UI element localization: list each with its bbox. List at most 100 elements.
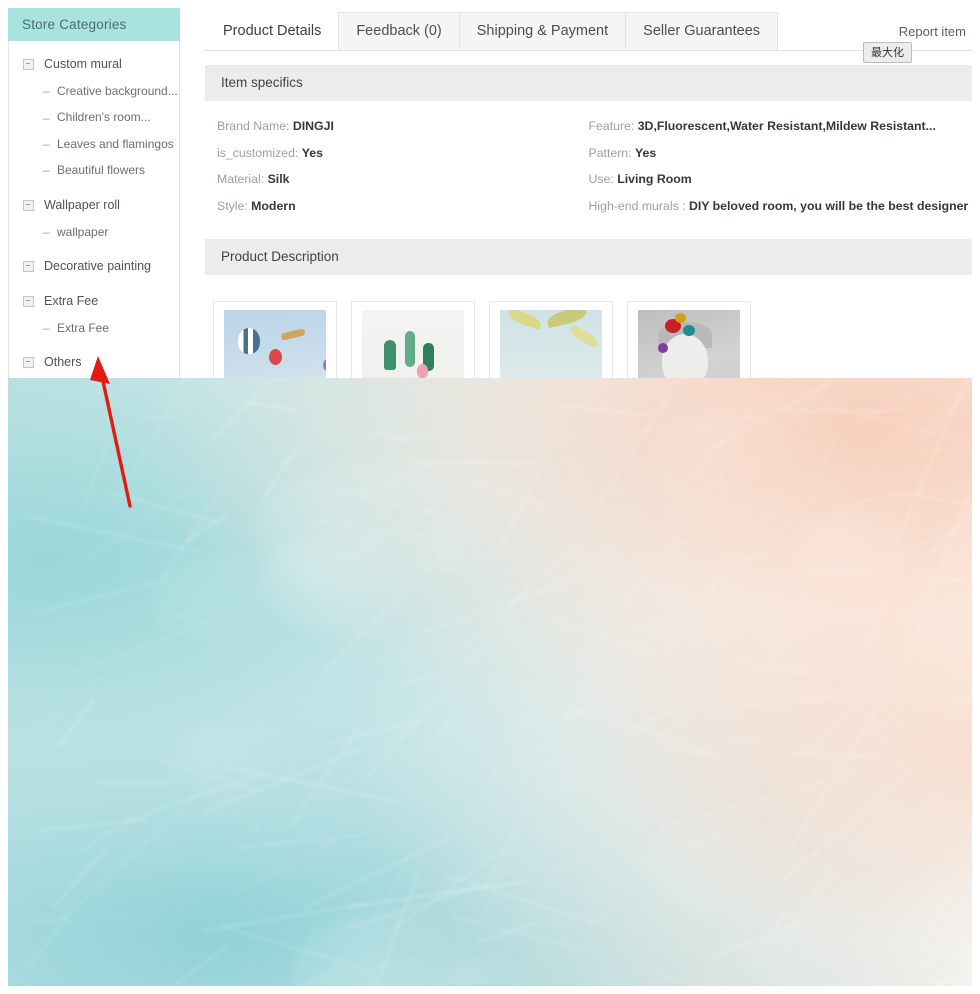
feather-plume [888, 863, 972, 986]
sidebar-item-wallpaper-roll[interactable]: Wallpaper roll [9, 192, 179, 219]
spec-value: Yes [301, 145, 323, 160]
spec-key: Material: [217, 172, 268, 187]
dash-icon: – [43, 136, 50, 151]
spec-row-pattern: Pattern: Yes [589, 140, 973, 167]
collapse-box-icon [23, 199, 34, 211]
feather-wisp [60, 790, 203, 921]
sidebar-item-wallpaper[interactable]: – wallpaper [9, 219, 179, 245]
maximize-tooltip-badge: 最大化 [863, 42, 912, 63]
spec-value: DIY beloved room, you will be the best d… [688, 198, 969, 213]
feather-wisp [25, 514, 202, 554]
spec-key: Feature: [588, 119, 638, 133]
feather-wisp [928, 585, 972, 621]
banner-headline: Please contact us if you have any questi… [63, 982, 953, 986]
collapse-box-icon [23, 295, 34, 307]
feather-plume [742, 929, 856, 986]
feather-wisp [165, 378, 327, 385]
feather-wisp [447, 754, 503, 901]
tab-shipping-payment[interactable]: Shipping & Payment [458, 12, 627, 50]
spec-row-brand-name: Brand Name: DINGJI [217, 113, 589, 140]
spec-value: Yes [634, 145, 657, 160]
dash-icon: – [43, 110, 50, 125]
feather-wisp [532, 612, 657, 655]
collapse-box-icon [23, 357, 34, 369]
feather-wisp [246, 401, 297, 411]
store-categories-list: Custom mural – Creative background... – Chil… [8, 41, 180, 390]
feather-wisp [51, 848, 107, 909]
feather-wisp [95, 781, 171, 784]
feather-wisp [32, 915, 134, 924]
spec-row-high-end-murals: High-end murals : DIY beloved room, you … [589, 193, 973, 220]
item-specifics-header: Item specifics [205, 65, 972, 101]
category-group-spacer [9, 245, 179, 253]
category-group-spacer [9, 280, 179, 288]
spec-value: Silk [267, 172, 290, 187]
spec-row-style: Style: Modern [217, 193, 589, 220]
item-specifics-right-column: Feature: 3D,Fluorescent,Water Resistant,… [589, 113, 973, 219]
sidebar-item-label: Creative background... [57, 84, 178, 98]
sidebar-item-label: Wallpaper roll [44, 197, 120, 212]
spec-row-use: Use: Living Room [589, 166, 973, 193]
sidebar-item-children-s-room[interactable]: – Children's room... [9, 104, 179, 130]
sidebar-item-beautiful-flowers[interactable]: – Beautiful flowers [9, 157, 179, 183]
dash-icon: – [43, 84, 50, 99]
product-page: Store Categories Custom mural – Creative b… [0, 0, 980, 994]
sidebar-item-label: Decorative painting [44, 258, 152, 273]
sidebar-item-creative-background[interactable]: – Creative background... [9, 78, 179, 104]
sidebar-item-label: Leaves and flamingos [57, 136, 174, 151]
feather-wisp [559, 901, 626, 946]
sidebar-item-label: Beautiful flowers [57, 163, 146, 178]
dash-icon: – [43, 321, 50, 336]
contact-banner: Please contact us if you have any questi… [8, 378, 972, 986]
sidebar-item-others[interactable]: Others [9, 349, 179, 376]
feather-wisp [620, 538, 690, 574]
feather-wisp [466, 378, 582, 426]
sidebar-item-label: Custom mural [44, 57, 122, 71]
feather-wisp [194, 808, 240, 824]
feather-wisp [739, 657, 895, 685]
store-categories-panel: Store Categories Custom mural – Creative b… [8, 8, 180, 390]
sidebar-item-label: Children's room... [57, 110, 151, 125]
spec-key: Pattern: [588, 145, 635, 160]
feather-plume [148, 554, 312, 645]
feather-plume [638, 816, 825, 919]
feather-wisp [80, 441, 110, 512]
feather-wisp [479, 862, 642, 915]
feather-wisp [940, 697, 972, 717]
sidebar-item-leaves-and-flamingos[interactable]: – Leaves and flamingos [9, 131, 179, 157]
feather-wisp [397, 671, 438, 689]
tab-seller-guarantees[interactable]: Seller Guarantees [625, 12, 779, 50]
tab-product-details[interactable]: Product Details [205, 12, 340, 50]
spec-key: High-end murals : [588, 198, 689, 213]
spec-row-material: Material: Silk [217, 166, 589, 193]
sidebar-item-decorative-painting[interactable]: Decorative painting [9, 253, 179, 280]
collapse-box-icon [23, 59, 34, 70]
sidebar-item-extra-fee[interactable]: – Extra Fee [9, 315, 179, 341]
sidebar-item-extra-fee[interactable]: Extra Fee [9, 288, 179, 315]
feather-wisp [629, 687, 710, 730]
feather-texture-background [8, 378, 972, 986]
item-specifics-left-column: Brand Name: DINGJI is_customized: Yes Mate… [205, 113, 589, 219]
spec-key: Style: [217, 198, 252, 213]
tab-bar: Product Details Feedback (0) Shipping & Pa… [205, 8, 972, 63]
feather-wisp [411, 694, 473, 765]
store-categories-title: Store Categories [8, 8, 180, 41]
feather-wisp [236, 832, 369, 849]
sidebar-item-label: Others [44, 355, 82, 370]
spec-key: Brand Name: [217, 119, 293, 133]
category-group-spacer [9, 184, 179, 192]
feather-plume [172, 721, 323, 804]
category-group-spacer [9, 341, 179, 349]
sidebar-item-custom-mural[interactable]: Custom mural [9, 51, 179, 78]
feather-wisp [77, 828, 114, 854]
tab-feedback-0[interactable]: Feedback (0) [338, 12, 460, 50]
feather-wisp [921, 578, 967, 582]
spec-row-feature: Feature: 3D,Fluorescent,Water Resistant,… [589, 113, 973, 140]
dash-icon: – [43, 224, 50, 239]
sidebar-item-label: Extra Fee [44, 293, 99, 308]
spec-key: is_customized: [217, 145, 302, 160]
spec-value: 3D,Fluorescent,Water Resistant,Mildew Re… [637, 119, 936, 133]
feather-wisp [634, 627, 700, 640]
feather-wisp [209, 378, 315, 440]
sidebar-item-label: wallpaper [57, 224, 109, 239]
